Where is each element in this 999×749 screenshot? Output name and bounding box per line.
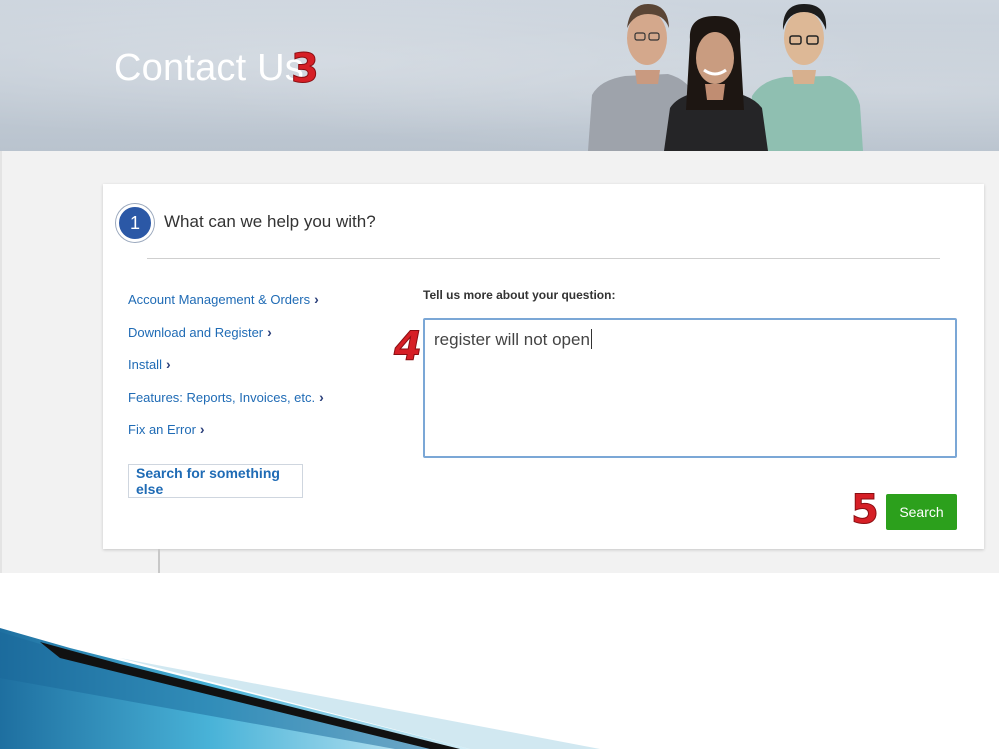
page-title: Contact Us — [114, 47, 304, 89]
divider — [147, 258, 940, 259]
topic-label: Install — [128, 357, 162, 372]
chevron-right-icon: › — [319, 388, 324, 405]
topic-list: Account Management & Orders › Download an… — [128, 292, 324, 455]
annotation-marker-5: 5 — [851, 487, 880, 534]
question-label: Tell us more about your question: — [423, 288, 616, 302]
support-team-photo — [588, 4, 863, 151]
search-something-else-button[interactable]: Search for something else — [128, 464, 303, 498]
chevron-right-icon: › — [267, 323, 272, 340]
chevron-right-icon: › — [314, 291, 319, 307]
topic-account-management[interactable]: Account Management & Orders › — [128, 292, 324, 325]
topic-features[interactable]: Features: Reports, Invoices, etc. › — [128, 388, 324, 423]
annotation-marker-4: 4 — [394, 324, 423, 371]
contact-us-screenshot: Contact Us 3 1 What can we help you with… — [0, 0, 999, 573]
topic-label: Account Management & Orders — [128, 292, 311, 307]
annotation-marker-3: 3 — [291, 46, 320, 93]
topic-install[interactable]: Install › — [128, 357, 324, 390]
topic-fix-error[interactable]: Fix an Error › — [128, 422, 324, 455]
left-edge — [0, 151, 2, 573]
topic-download-register[interactable]: Download and Register › — [128, 323, 324, 358]
hero-banner: Contact Us 3 — [0, 0, 999, 151]
topic-label: Download and Register — [128, 324, 264, 340]
text-cursor — [590, 329, 592, 349]
question-textarea[interactable]: register will not open — [423, 318, 957, 458]
vertical-guide-line — [158, 549, 160, 573]
search-button[interactable]: Search — [886, 494, 957, 530]
topic-label: Features: Reports, Invoices, etc. — [128, 389, 316, 405]
chevron-right-icon: › — [199, 421, 205, 437]
slide-decoration — [0, 628, 600, 749]
question-text: register will not open — [434, 330, 590, 349]
step-title: What can we help you with? — [164, 212, 376, 231]
chevron-right-icon: › — [165, 356, 171, 372]
topic-label: Fix an Error — [128, 422, 196, 437]
step-number-badge: 1 — [116, 204, 154, 242]
